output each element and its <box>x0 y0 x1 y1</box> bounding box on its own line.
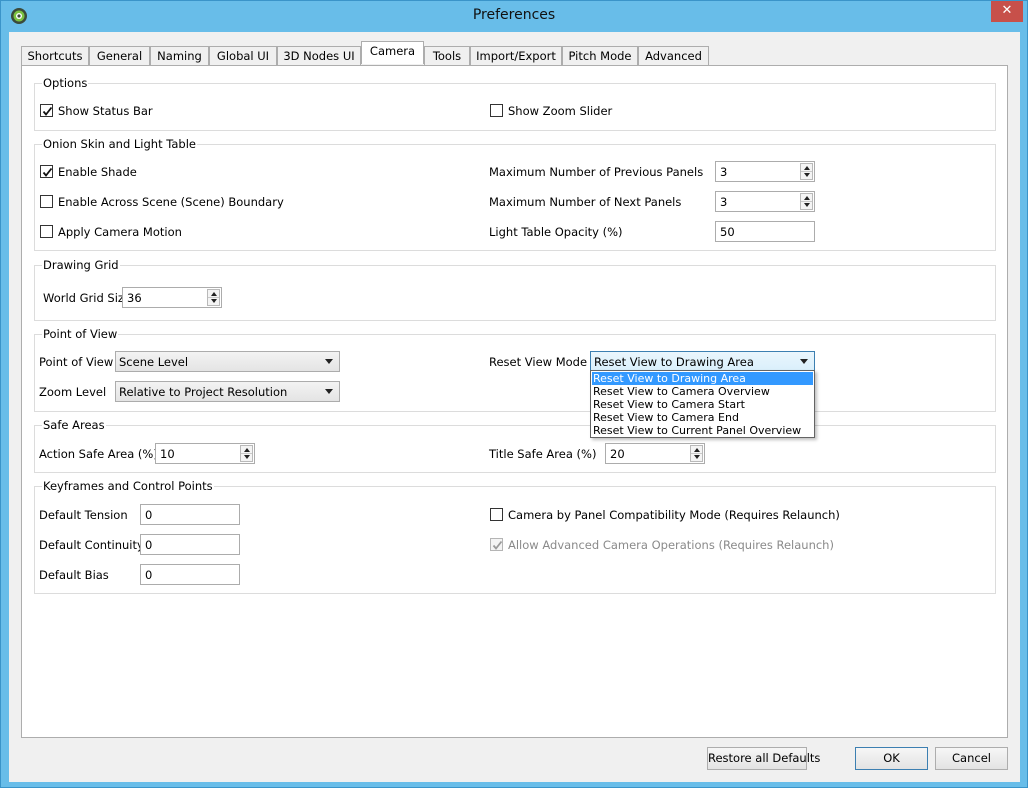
group-title: Onion Skin and Light Table <box>42 137 197 151</box>
camera-by-panel-checkbox[interactable] <box>490 508 503 521</box>
tab-advanced[interactable]: Advanced <box>638 46 709 66</box>
world-grid-size-label: World Grid Size <box>43 291 132 305</box>
world-grid-size-spinbox[interactable]: 36 <box>122 287 222 308</box>
ok-button[interactable]: OK <box>855 747 928 770</box>
default-tension-label: Default Tension <box>39 508 128 522</box>
reset-view-mode-value: Reset View to Drawing Area <box>594 355 754 369</box>
camera-tab-panel: Options Show Status Bar Show Zoom Slider… <box>21 65 1008 738</box>
enable-shade-checkbox[interactable] <box>40 165 53 178</box>
light-table-opacity-value: 50 <box>720 225 735 239</box>
group-title: Options <box>42 76 89 90</box>
safe-areas-group: Safe Areas Action Safe Area (%) 10 Title… <box>34 418 996 473</box>
point-of-view-value: Scene Level <box>119 355 189 369</box>
zoom-level-dropdown[interactable]: Relative to Project Resolution <box>115 381 340 402</box>
action-safe-value: 10 <box>160 447 175 461</box>
reset-view-mode-label: Reset View Mode <box>489 355 588 369</box>
tab-3d-nodes-ui[interactable]: 3D Nodes UI <box>277 46 361 66</box>
spin-arrows-icon[interactable] <box>240 445 253 462</box>
zoom-level-value: Relative to Project Resolution <box>119 385 288 399</box>
group-title: Safe Areas <box>42 418 106 432</box>
reset-view-mode-dropdown[interactable]: Reset View to Drawing Area <box>590 351 815 372</box>
max-next-label: Maximum Number of Next Panels <box>489 195 682 209</box>
default-tension-input[interactable]: 0 <box>140 504 240 525</box>
world-grid-size-value: 36 <box>127 291 142 305</box>
cancel-button[interactable]: Cancel <box>935 747 1008 770</box>
tab-global-ui[interactable]: Global UI <box>209 46 277 66</box>
reset-view-option[interactable]: Reset View to Camera End <box>592 411 813 424</box>
show-zoom-slider-checkbox[interactable] <box>490 104 503 117</box>
tab-import-export[interactable]: Import/Export <box>470 46 562 66</box>
default-bias-input[interactable]: 0 <box>140 564 240 585</box>
chevron-down-icon <box>800 359 808 364</box>
tab-camera[interactable]: Camera <box>361 41 424 64</box>
max-next-value: 3 <box>720 195 728 209</box>
restore-defaults-button[interactable]: Restore all Defaults <box>707 747 820 770</box>
default-continuity-label: Default Continuity <box>39 538 144 552</box>
group-title: Keyframes and Control Points <box>42 479 214 493</box>
default-bias-value: 0 <box>145 568 153 582</box>
point-of-view-label: Point of View <box>39 355 114 369</box>
title-bar[interactable]: Preferences ✕ <box>1 1 1027 32</box>
onion-skin-group: Onion Skin and Light Table Enable Shade … <box>34 137 996 251</box>
options-group: Options Show Status Bar Show Zoom Slider <box>34 76 996 131</box>
max-previous-value: 3 <box>720 165 728 179</box>
title-safe-label: Title Safe Area (%) <box>489 447 597 461</box>
drawing-grid-group: Drawing Grid World Grid Size 36 <box>34 258 996 321</box>
tab-shortcuts[interactable]: Shortcuts <box>21 46 89 66</box>
enable-across-scene-checkbox[interactable] <box>40 195 53 208</box>
point-of-view-group: Point of View Point of View Scene Level … <box>34 327 996 412</box>
allow-advanced-label: Allow Advanced Camera Operations (Requir… <box>508 538 834 552</box>
light-table-opacity-label: Light Table Opacity (%) <box>489 225 623 239</box>
show-status-bar-checkbox[interactable] <box>40 104 53 117</box>
window-title: Preferences <box>472 7 556 23</box>
allow-advanced-checkbox[interactable] <box>490 538 503 551</box>
keyframes-group: Keyframes and Control Points Default Ten… <box>34 479 996 594</box>
show-status-bar-label: Show Status Bar <box>58 104 153 118</box>
enable-across-scene-label: Enable Across Scene (Scene) Boundary <box>58 195 284 209</box>
default-continuity-input[interactable]: 0 <box>140 534 240 555</box>
zoom-level-label: Zoom Level <box>39 385 107 399</box>
action-safe-label: Action Safe Area (%) <box>39 447 158 461</box>
group-title: Drawing Grid <box>42 258 120 272</box>
spin-arrows-icon[interactable] <box>800 163 813 180</box>
spin-arrows-icon[interactable] <box>690 445 703 462</box>
tab-naming[interactable]: Naming <box>150 46 209 66</box>
apply-camera-motion-label: Apply Camera Motion <box>58 225 182 239</box>
reset-view-option[interactable]: Reset View to Camera Overview <box>592 385 813 398</box>
enable-shade-label: Enable Shade <box>58 165 137 179</box>
max-previous-label: Maximum Number of Previous Panels <box>489 165 704 179</box>
tab-tools[interactable]: Tools <box>424 46 470 66</box>
dialog-client: Shortcuts General Naming Global UI 3D No… <box>9 32 1020 782</box>
point-of-view-dropdown[interactable]: Scene Level <box>115 351 340 372</box>
preferences-window: Preferences ✕ Shortcuts General Naming G… <box>0 0 1028 788</box>
close-button[interactable]: ✕ <box>991 1 1023 22</box>
default-continuity-value: 0 <box>145 538 153 552</box>
default-tension-value: 0 <box>145 508 153 522</box>
default-bias-label: Default Bias <box>39 568 109 582</box>
spin-arrows-icon[interactable] <box>207 289 220 306</box>
reset-view-option[interactable]: Reset View to Current Panel Overview <box>592 424 813 437</box>
camera-by-panel-label: Camera by Panel Compatibility Mode (Requ… <box>508 508 840 522</box>
spin-arrows-icon[interactable] <box>800 193 813 210</box>
max-next-spinbox[interactable]: 3 <box>715 191 815 212</box>
chevron-down-icon <box>325 359 333 364</box>
tab-general[interactable]: General <box>89 46 150 66</box>
chevron-down-icon <box>325 389 333 394</box>
group-title: Point of View <box>42 327 119 341</box>
action-safe-spinbox[interactable]: 10 <box>155 443 255 464</box>
title-safe-value: 20 <box>610 447 625 461</box>
tab-pitch-mode[interactable]: Pitch Mode <box>562 46 638 66</box>
reset-view-mode-list: Reset View to Drawing Area Reset View to… <box>590 370 815 438</box>
max-previous-spinbox[interactable]: 3 <box>715 161 815 182</box>
reset-view-option[interactable]: Reset View to Drawing Area <box>592 372 813 385</box>
show-zoom-slider-label: Show Zoom Slider <box>508 104 613 118</box>
reset-view-option[interactable]: Reset View to Camera Start <box>592 398 813 411</box>
apply-camera-motion-checkbox[interactable] <box>40 225 53 238</box>
title-safe-spinbox[interactable]: 20 <box>605 443 705 464</box>
light-table-opacity-input[interactable]: 50 <box>715 221 815 242</box>
